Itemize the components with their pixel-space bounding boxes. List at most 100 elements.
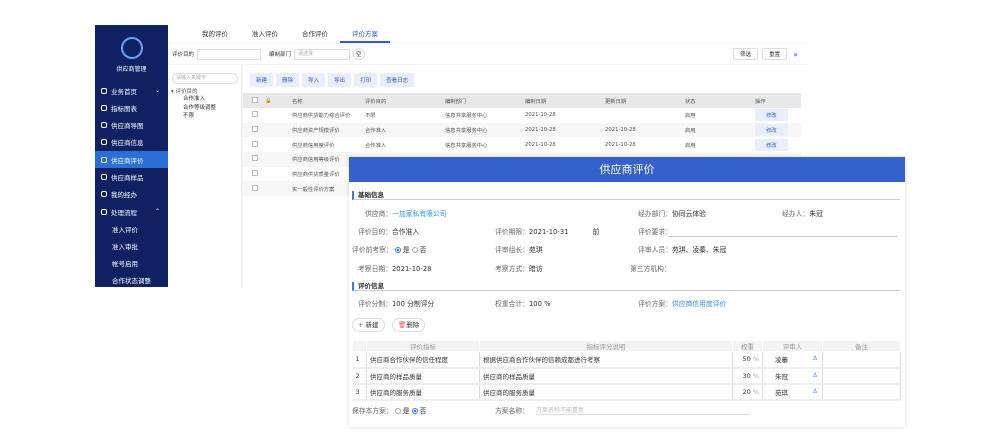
remark-cell[interactable] [822, 383, 901, 401]
clear-button[interactable]: 空 [353, 48, 365, 60]
indicator-table: 评价指标 指标评分说明 权重 评审人 备注 1 供应商合作伙伴的信任程度 根据供应商合作伙伴… [352, 340, 901, 401]
col-header: 评价指标 [366, 340, 480, 352]
remark-cell[interactable] [822, 351, 901, 369]
save-radio-no[interactable] [411, 408, 418, 414]
edit-button[interactable]: 修改 [755, 138, 788, 151]
nav-my-tasks[interactable]: 我的经办 [95, 185, 168, 202]
description-cell[interactable]: 供应商的样品质量 [479, 367, 733, 385]
row-checkbox[interactable] [252, 140, 258, 147]
nav-charts[interactable]: 指标图表 [95, 99, 168, 116]
weight-cell[interactable]: 50 % [732, 351, 763, 369]
user-icon [120, 37, 143, 59]
cell: 启用 [685, 113, 696, 120]
tree-search-input[interactable]: 请输入关键字 [172, 73, 238, 84]
user-select-icon[interactable]: ♙ [812, 387, 818, 395]
save-radio-yes[interactable] [394, 408, 401, 414]
row-checkbox[interactable] [252, 170, 258, 177]
tab-admission[interactable]: 准入评价 [240, 25, 290, 43]
plan-link[interactable]: 供应商信用度评价 [672, 300, 726, 308]
method-value: 暗访 [528, 265, 543, 273]
chevron-up-icon: ⌃ [154, 208, 160, 215]
print-button[interactable]: 打印 [354, 73, 378, 87]
row-checkbox[interactable] [252, 184, 258, 191]
expand-icon[interactable]: » [793, 50, 798, 59]
table-row[interactable]: 供应商信用度评价 合作准入 信息共享服务中心 2021-10-28 2021-10-28… [243, 137, 801, 152]
indicator-row: 1 供应商合作伙伴的信任程度 根据供应商合作伙伴的信赖成都进行考察 50 % 凌蓁 ♙ [352, 351, 901, 369]
export-button[interactable]: 导出 [328, 73, 352, 87]
nav-admission-eval[interactable]: 准入评价 [95, 220, 168, 237]
filter-button[interactable]: 筛选 [733, 48, 759, 60]
new-button[interactable]: 新建 [250, 73, 274, 87]
supplier-link[interactable]: 一加家私有限公司 [392, 210, 446, 218]
table-row[interactable]: 供应商资产规模评价 合作准入 信息共享服务中心 2021-10-28 2021-10-2… [243, 122, 801, 138]
reset-button[interactable]: 重置 [762, 48, 788, 60]
row-checkbox[interactable] [252, 155, 258, 162]
radio-yes[interactable] [394, 247, 401, 253]
col-header: 名称 [292, 93, 365, 108]
tab-my-eval[interactable]: 我的评价 [190, 25, 240, 43]
nav-process[interactable]: 处理流程 ⌃ [95, 203, 168, 220]
nav-evaluation[interactable]: 供应商评价 [95, 151, 168, 168]
radio-no[interactable] [411, 247, 418, 253]
indicator-row: 2 供应商的样品质量 供应商的样品质量 30 % 朱冠 ♙ [352, 367, 901, 385]
task-icon [101, 190, 107, 197]
tree-node[interactable]: 合作准入 [183, 95, 241, 104]
no-label: 否 [419, 246, 427, 254]
cell: 信息共享服务中心 [445, 122, 525, 138]
nav-home[interactable]: 业务首页 ⌄ [95, 82, 168, 99]
cell: 启用 [685, 142, 696, 149]
deadline-value: 2021-10-31 [528, 228, 569, 236]
weight-cell[interactable]: 30 % [732, 367, 763, 385]
description-cell[interactable]: 根据供应商合作伙伴的信赖成都进行考察 [479, 351, 733, 369]
app-title: 供应商管理 [116, 66, 147, 73]
nav-account-enable[interactable]: 帐号启用 [95, 254, 168, 271]
remark-cell[interactable] [822, 367, 901, 385]
delete-indicator-button[interactable]: 🗑删除 [392, 318, 426, 332]
purpose-select[interactable] [197, 48, 262, 60]
edit-button[interactable]: 修改 [755, 124, 788, 137]
user-select-icon[interactable]: ♙ [812, 354, 818, 362]
plan-name-input[interactable]: 方案名称不能重复 [536, 405, 750, 415]
weight-cell[interactable]: 20 % [732, 383, 763, 401]
cell: 2021-10-28 [525, 141, 556, 148]
row-checkbox[interactable] [252, 111, 258, 118]
edit-button[interactable]: 修改 [755, 109, 788, 122]
tree-node[interactable]: 合作等级调整 [183, 104, 241, 113]
requirement-label: 评价要求： [638, 228, 672, 236]
deadline-label: 评价期限： [495, 228, 529, 236]
description-cell[interactable]: 供应商的服务质量 [479, 383, 733, 401]
delete-button[interactable]: 删除 [276, 73, 300, 87]
filter-bar: 评价目的 编制部门 请选择 空 筛选 重置 » [168, 44, 808, 64]
user-select-icon[interactable]: ♙ [812, 371, 818, 379]
import-button[interactable]: 导入 [302, 73, 326, 87]
nav-label: 我的经办 [111, 190, 137, 199]
indicator-cell[interactable]: 供应商合作伙伴的信任程度 [366, 351, 480, 369]
select-all-checkbox[interactable] [252, 96, 258, 103]
indicator-cell[interactable]: 供应商的样品质量 [366, 367, 480, 385]
dialog-title: 供应商评价 [349, 157, 905, 182]
home-icon [101, 87, 107, 94]
nav-info[interactable]: 供应商信息 [95, 133, 168, 150]
tab-plan[interactable]: 评价方案 [340, 25, 390, 43]
nav-admission-approval[interactable]: 准入审批 [95, 237, 168, 254]
nav-samples[interactable]: 供应商样品 [95, 168, 168, 185]
reviewer-name: 凌蓁 [775, 356, 788, 365]
reviewers-value: 苑琪、凌蓁、朱冠 [671, 246, 727, 254]
tree-node[interactable]: 不限 [183, 112, 241, 121]
table-row[interactable]: 供应商供货能力综合评价 不限 信息共享服务中心 2021-10-28 启用 修改 [243, 108, 801, 123]
nav-label: 供应商评价 [111, 156, 144, 165]
requirement-input[interactable] [668, 236, 898, 237]
nav-status-adjust[interactable]: 合作状态调整 [95, 271, 168, 288]
nav-map[interactable]: 供应商导图 [95, 116, 168, 133]
method-label: 考察方式： [495, 265, 529, 273]
dept-select[interactable]: 请选择 [294, 48, 351, 60]
col-header: 备注 [822, 340, 901, 352]
tree-root[interactable]: ▾ 评价目的 [168, 87, 241, 95]
row-checkbox[interactable] [252, 126, 258, 133]
tab-cooperation[interactable]: 合作评价 [290, 25, 340, 43]
indicator-cell[interactable]: 供应商的服务质量 [366, 383, 480, 401]
view-log-button[interactable]: 查看日志 [380, 73, 415, 87]
users-icon [101, 138, 107, 145]
add-indicator-button[interactable]: + 新建 [352, 318, 385, 332]
weight-label: 权重合计： [495, 300, 529, 308]
